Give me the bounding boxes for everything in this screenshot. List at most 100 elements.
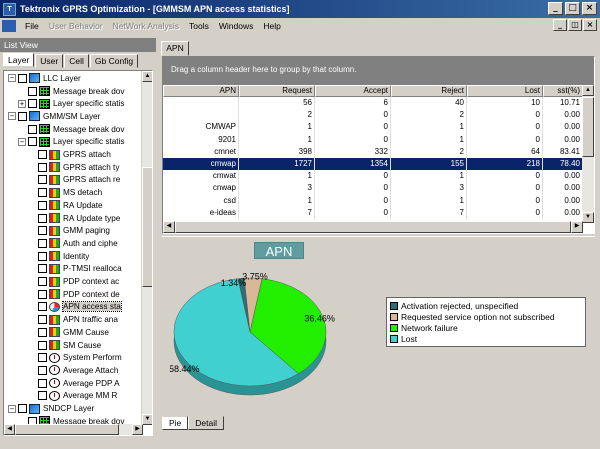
table-row[interactable]: e-ideas 7 0 7 0 0.00 (163, 206, 583, 219)
tree-item[interactable]: − Layer specific statis (18, 136, 124, 149)
table-row[interactable]: 9201 1 0 1 0 0.00 (163, 133, 583, 146)
tree-checkbox[interactable] (38, 213, 47, 223)
tree-checkbox[interactable] (28, 86, 37, 96)
tree-item[interactable]: − GMM/SM Layer (8, 110, 100, 123)
tree-item[interactable]: + Layer specific statis (18, 97, 124, 110)
table-row[interactable]: csd 1 0 1 0 0.00 (163, 194, 583, 207)
tree-checkbox[interactable] (38, 289, 47, 299)
table-row[interactable]: 2 0 2 0 0.00 (163, 109, 583, 122)
collapse-toggle[interactable]: − (8, 112, 16, 121)
tree-checkbox[interactable] (38, 200, 47, 210)
grid-scroll-down-arrow[interactable]: ▼ (582, 212, 594, 223)
tree-item[interactable]: MS detach (38, 186, 102, 199)
tree-item[interactable]: Message break dov (28, 85, 124, 98)
grid-scroll-thumb[interactable] (582, 97, 594, 157)
grid-horizontal-scrollbar[interactable]: ◀ ▶ (163, 221, 583, 233)
tab-apn[interactable]: APN (161, 41, 189, 56)
scroll-right-arrow[interactable]: ▶ (132, 424, 143, 435)
tree-checkbox[interactable] (38, 188, 47, 198)
tree-item[interactable]: GPRS attach (38, 148, 111, 161)
grid-scroll-right-arrow[interactable]: ▶ (571, 221, 583, 233)
tree-checkbox[interactable] (38, 162, 47, 172)
tree-hscroll-thumb[interactable] (15, 424, 119, 435)
table-row[interactable]: cmwat 1 0 1 0 0.00 (163, 170, 583, 183)
menu-help[interactable]: Help (263, 21, 280, 31)
tree-item[interactable]: PDP context de (38, 288, 120, 301)
tree-checkbox[interactable] (38, 175, 47, 185)
column-header-sst[interactable]: sst(%) (543, 85, 583, 97)
collapse-toggle[interactable]: − (18, 137, 26, 146)
layer-tree[interactable]: − LLC Layer Message break dov + Layer specif… (3, 70, 153, 436)
tree-checkbox[interactable] (18, 111, 27, 121)
tree-item[interactable]: SM Cause (38, 339, 101, 352)
tree-item[interactable]: GPRS attach ty (38, 161, 119, 174)
menu-network-analysis[interactable]: NetWork Analysis (113, 21, 179, 31)
scroll-left-arrow[interactable]: ◀ (4, 424, 15, 435)
menu-windows[interactable]: Windows (219, 21, 253, 31)
tree-checkbox[interactable] (28, 99, 37, 109)
group-by-panel[interactable]: Drag a column header here to group by th… (163, 57, 594, 85)
document-system-icon[interactable] (2, 20, 16, 32)
collapse-toggle[interactable]: − (8, 404, 16, 413)
tab-user[interactable]: User (35, 54, 64, 68)
tree-checkbox[interactable] (38, 150, 47, 160)
tree-checkbox[interactable] (38, 315, 47, 325)
tree-checkbox[interactable] (38, 378, 47, 388)
scroll-up-arrow[interactable]: ▲ (142, 71, 152, 82)
tree-checkbox[interactable] (28, 124, 37, 134)
tab-detail[interactable]: Detail (188, 416, 225, 430)
tree-item[interactable]: Auth and ciphe (38, 237, 118, 250)
column-header-reject[interactable]: Reject (391, 85, 467, 97)
minimize-button[interactable]: _ (548, 2, 563, 15)
tab-gb-config[interactable]: Gb Config (89, 54, 139, 68)
column-header-request[interactable]: Request (239, 85, 315, 97)
table-row[interactable]: cnwap 3 0 3 0 0.00 (163, 182, 583, 195)
grid-vertical-scrollbar[interactable]: ▲ ▼ (582, 85, 594, 223)
tree-vertical-scrollbar[interactable]: ▲ ▼ (141, 71, 152, 425)
column-header-lost[interactable]: Lost (467, 85, 543, 97)
close-button[interactable]: × (582, 2, 597, 15)
tree-item[interactable]: GPRS attach re (38, 174, 120, 187)
menu-file[interactable]: File (25, 21, 39, 31)
tree-item[interactable]: Average Attach (38, 364, 118, 377)
tree-horizontal-scrollbar[interactable]: ◀ ▶ (4, 424, 143, 435)
tree-item[interactable]: GMM paging (38, 224, 110, 237)
tree-item[interactable]: GMM Cause (38, 326, 109, 339)
grid-scroll-up-arrow[interactable]: ▲ (582, 85, 594, 96)
menu-tools[interactable]: Tools (189, 21, 209, 31)
tree-item[interactable]: Message break dov (28, 123, 124, 136)
expand-toggle[interactable]: + (18, 99, 26, 108)
tree-checkbox[interactable] (38, 277, 47, 287)
tree-checkbox[interactable] (38, 353, 47, 363)
tree-item[interactable]: System Perform (38, 351, 122, 364)
tree-item[interactable]: − LLC Layer (8, 72, 81, 85)
tree-item[interactable]: Average PDP A (38, 377, 120, 390)
tree-checkbox[interactable] (18, 404, 27, 414)
tab-pie[interactable]: Pie (162, 416, 189, 430)
child-restore-button[interactable]: ◫ (568, 19, 582, 31)
menu-user-behavior[interactable]: User Behavior (49, 21, 103, 31)
tree-item[interactable]: Identity (38, 250, 89, 263)
tree-checkbox[interactable] (38, 226, 47, 236)
grid-hscroll-thumb[interactable] (174, 221, 572, 233)
table-row[interactable]: CMWAP 1 0 1 0 0.00 (163, 121, 583, 134)
tree-checkbox[interactable] (38, 238, 47, 248)
child-close-button[interactable]: × (583, 19, 597, 31)
tree-item[interactable]: RA Update (38, 199, 103, 212)
tree-checkbox[interactable] (38, 340, 47, 350)
table-row[interactable]: 56 6 40 10 10.71 (163, 97, 583, 110)
tree-checkbox[interactable] (38, 302, 47, 312)
child-minimize-button[interactable]: _ (553, 19, 567, 31)
tree-checkbox[interactable] (28, 137, 37, 147)
tree-item[interactable]: APN traffic ana (38, 313, 118, 326)
tree-item[interactable]: PDP context ac (38, 275, 119, 288)
tree-checkbox[interactable] (38, 264, 47, 274)
table-row[interactable]: cmwap 1727 1354 155 218 78.40 (163, 158, 583, 171)
column-header-apn[interactable]: APN (163, 85, 239, 97)
tree-item[interactable]: APN access sta (38, 301, 122, 314)
tree-checkbox[interactable] (18, 73, 27, 83)
tree-item[interactable]: − SNDCP Layer (8, 402, 94, 415)
table-row[interactable]: cmnet 398 332 2 64 83.41 (163, 145, 583, 158)
tab-layer[interactable]: Layer (3, 53, 35, 67)
scroll-down-arrow[interactable]: ▼ (142, 414, 152, 425)
